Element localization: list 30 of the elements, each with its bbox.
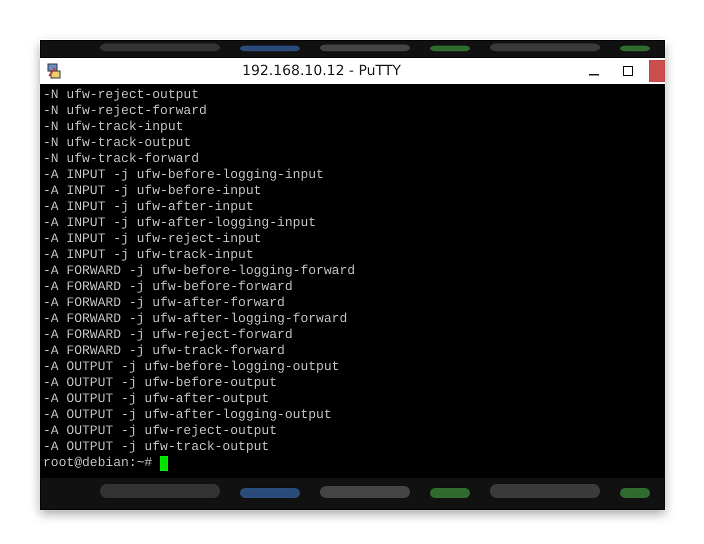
- terminal-line: -A FORWARD -j ufw-before-logging-forward: [43, 263, 356, 279]
- maximize-icon: [623, 66, 633, 76]
- terminal-line: -A OUTPUT -j ufw-after-output: [43, 391, 270, 407]
- terminal-line: -A FORWARD -j ufw-after-forward: [43, 295, 286, 311]
- terminal-line: -A INPUT -j ufw-after-logging-input: [43, 215, 318, 231]
- text-cursor: [160, 456, 168, 470]
- terminal-line: -A OUTPUT -j ufw-before-logging-output: [43, 359, 340, 375]
- window-title: 192.168.10.12 - PuTTY: [241, 63, 402, 79]
- terminal-line: -A OUTPUT -j ufw-reject-output: [43, 423, 278, 439]
- terminal-line: -A INPUT -j ufw-before-input: [43, 183, 262, 199]
- terminal-line: -A INPUT -j ufw-track-input: [43, 247, 255, 263]
- terminal-line: -N ufw-reject-forward: [43, 103, 208, 119]
- terminal-console[interactable]: [40, 84, 665, 478]
- terminal-line: -A INPUT -j ufw-after-input: [43, 199, 255, 215]
- terminal-line: -N ufw-reject-output: [43, 87, 200, 103]
- terminal-line: -N ufw-track-forward: [43, 151, 200, 167]
- terminal-line: -A INPUT -j ufw-before-logging-input: [43, 167, 325, 183]
- terminal-line: -A OUTPUT -j ufw-after-logging-output: [43, 407, 333, 423]
- terminal-line: -A INPUT -j ufw-reject-input: [43, 231, 262, 247]
- computer-icon: [46, 63, 62, 79]
- minimize-icon: [589, 74, 599, 76]
- terminal-line: -A FORWARD -j ufw-reject-forward: [43, 327, 294, 343]
- terminal-line: -A FORWARD -j ufw-track-forward: [43, 343, 286, 359]
- terminal-line: -N ufw-track-input: [43, 119, 184, 135]
- terminal-line: -A FORWARD -j ufw-before-forward: [43, 279, 294, 295]
- terminal-line: -A FORWARD -j ufw-after-logging-forward: [43, 311, 348, 327]
- terminal-line: -A OUTPUT -j ufw-track-output: [43, 439, 270, 455]
- terminal-line: -N ufw-track-output: [43, 135, 192, 151]
- shell-prompt: root@debian:~#: [43, 455, 152, 471]
- terminal-line: -A OUTPUT -j ufw-before-output: [43, 375, 278, 391]
